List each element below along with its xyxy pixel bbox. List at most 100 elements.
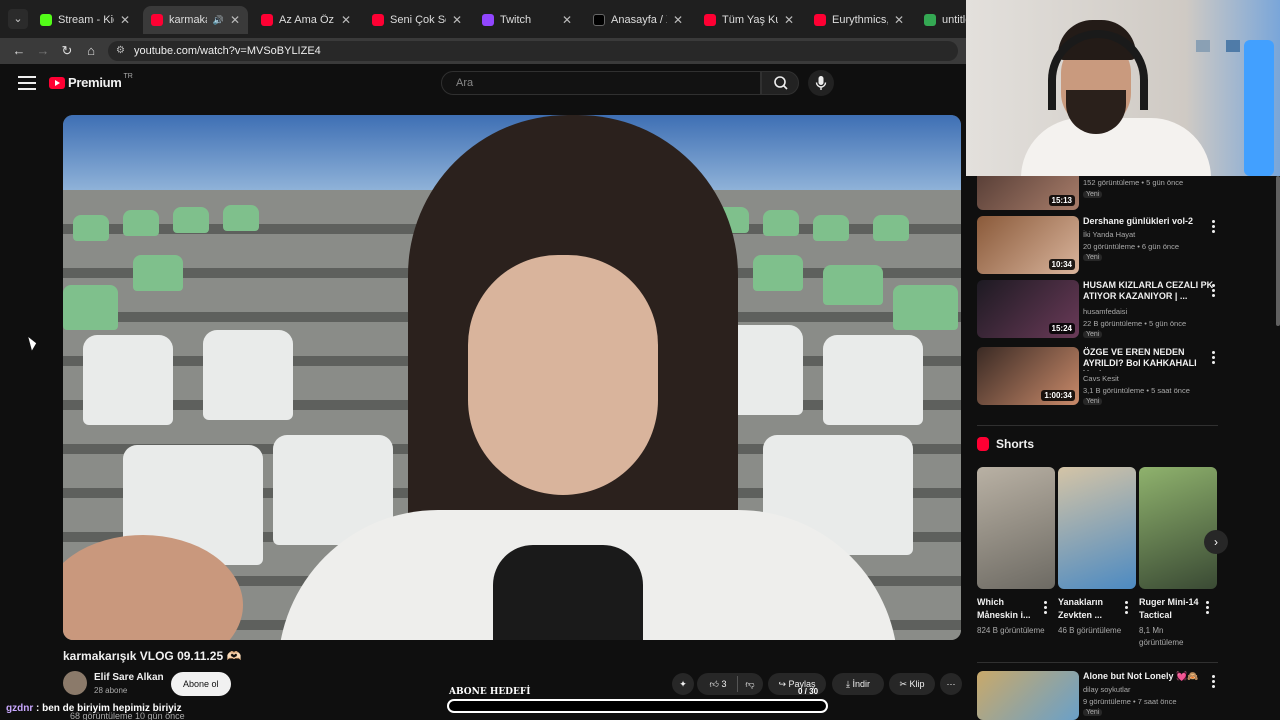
close-tab-icon[interactable]: ✕ (452, 13, 462, 27)
video-thumbnail[interactable] (977, 671, 1079, 720)
list-item[interactable]: 15:24 HUSAM KIZLARLA CEZALI PK ATIYOR KA… (977, 280, 1217, 340)
back-arrow-icon[interactable]: ← (10, 42, 28, 60)
site-info-icon[interactable]: ⚙ (116, 41, 125, 61)
more-vert-icon[interactable] (1043, 601, 1047, 616)
like-count: 3 (721, 679, 727, 689)
clip-label: Klip (909, 679, 925, 689)
browser-tab-active[interactable]: karmakarışık V🔊✕ (143, 6, 248, 34)
sparkle-button[interactable]: ✦ (672, 673, 694, 695)
duration-badge: 10:34 (1048, 259, 1075, 270)
mouse-cursor-icon (28, 335, 38, 351)
video-frame-seat (873, 215, 909, 241)
video-thumbnail[interactable]: 1:00:34 (977, 347, 1079, 405)
close-tab-icon[interactable]: ✕ (120, 13, 130, 27)
close-tab-icon[interactable]: ✕ (894, 13, 904, 27)
clip-button[interactable]: ✂ Klip (889, 673, 935, 695)
home-icon[interactable]: ⌂ (82, 42, 100, 60)
browser-tab[interactable]: Tüm Yaş Kuşakları✕ (696, 6, 802, 34)
channel-name[interactable]: İki Yanda Hayat (1083, 230, 1135, 239)
list-item[interactable]: Alone but Not Lonely 💓🙈 dilay soykutlar … (977, 671, 1217, 720)
list-item[interactable]: 15:13 152 görüntüleme • 5 gün önce Yeni (977, 176, 1217, 210)
video-title[interactable]: Dershane günlükleri vol-2 (1083, 216, 1215, 227)
video-frame-seat (223, 205, 259, 231)
close-tab-icon[interactable]: ✕ (562, 13, 572, 27)
short-title[interactable]: Which Måneskin i... (977, 596, 1041, 622)
reload-icon[interactable]: ↻ (58, 42, 76, 60)
video-frame-seat (63, 285, 118, 330)
short-title[interactable]: Ruger Mini-14 Tactical (1139, 596, 1203, 622)
video-frame-person-shirt (493, 545, 643, 640)
chat-overlay-message: gzdnr : ben de biriyim hepimiz biriyiz (6, 703, 182, 714)
new-badge: Yeni (1083, 331, 1103, 338)
subscriber-goal-count: 0 / 30 (798, 687, 819, 696)
microphone-icon (815, 76, 827, 90)
video-stats: 20 görüntüleme • 6 gün önce (1083, 242, 1180, 251)
video-frame-seat (763, 210, 799, 236)
list-item[interactable]: 1:00:34 ÖZGE VE EREN NEDEN AYRILDI? Bol … (977, 347, 1217, 407)
shorts-heading: Shorts (996, 437, 1035, 451)
tab-list-chevron-icon[interactable]: ⌄ (8, 9, 28, 29)
download-button[interactable]: ⤓ İndir (832, 673, 884, 695)
short-thumbnail[interactable] (1139, 467, 1217, 589)
shorts-next-button[interactable]: › (1204, 530, 1228, 554)
more-vert-icon[interactable] (1124, 601, 1128, 616)
webcam-overlay (966, 0, 1280, 176)
browser-tab[interactable]: Az Ama Öz - YouT✕ (253, 6, 359, 34)
more-vert-icon[interactable] (1211, 284, 1215, 299)
voice-search-button[interactable] (808, 70, 834, 96)
close-tab-icon[interactable]: ✕ (673, 13, 683, 27)
speaker-icon[interactable]: 🔊 (213, 15, 224, 26)
more-vert-icon[interactable] (1205, 601, 1209, 616)
youtube-favicon-icon (372, 14, 384, 26)
hamburger-menu-icon[interactable] (18, 76, 36, 90)
close-tab-icon[interactable]: ✕ (784, 13, 794, 27)
video-frame-seat (133, 255, 183, 291)
channel-name[interactable]: Elif Sare Alkan (94, 672, 164, 683)
download-label: İndir (852, 679, 870, 689)
video-stats: 9 görüntüleme • 7 saat önce (1083, 697, 1177, 706)
search-button[interactable] (761, 71, 799, 95)
more-actions-button[interactable]: ⋯ (940, 673, 962, 695)
like-dislike-group: 👍︎ 3 👎︎ (697, 673, 763, 695)
close-tab-icon[interactable]: ✕ (341, 13, 351, 27)
video-thumbnail[interactable]: 10:34 (977, 216, 1079, 274)
more-vert-icon[interactable] (1211, 351, 1215, 366)
subscribe-button[interactable]: Abone ol (171, 672, 231, 696)
like-divider (737, 676, 738, 692)
sidebar-scrollbar[interactable] (1276, 176, 1280, 326)
more-vert-icon[interactable] (1211, 220, 1215, 235)
region-code: TR (123, 73, 133, 80)
video-frame-person-face (468, 255, 658, 495)
video-title[interactable]: ÖZGE VE EREN NEDEN AYRILDI? Bol KAHKAHAL… (1083, 347, 1215, 371)
browser-tab[interactable]: Twitch ✕ (474, 6, 580, 34)
video-frame-seat (123, 210, 159, 236)
channel-name[interactable]: dilay soykutlar (1083, 685, 1131, 694)
forward-arrow-icon[interactable]: → (34, 42, 52, 60)
short-thumbnail[interactable] (977, 467, 1055, 589)
short-title[interactable]: Yanakların Zevkten ... (1058, 596, 1122, 622)
short-views: 824 B görüntüleme (977, 626, 1045, 635)
url-field[interactable]: ⚙ youtube.com/watch?v=MVSoBYLIZE4 (108, 41, 958, 61)
youtube-favicon-icon (151, 14, 163, 26)
close-tab-icon[interactable]: ✕ (230, 13, 240, 27)
video-thumbnail[interactable]: 15:13 (977, 176, 1079, 210)
search-input[interactable]: Ara (441, 71, 761, 95)
browser-tab[interactable]: Anasayfa / X✕ (585, 6, 691, 34)
youtube-premium-logo[interactable]: Premium TR (49, 73, 133, 90)
like-button[interactable]: 👍︎ 3 (701, 673, 735, 695)
channel-name[interactable]: husamfedaisi (1083, 307, 1127, 316)
video-title[interactable]: Alone but Not Lonely 💓🙈 (1083, 671, 1215, 682)
video-title[interactable]: HUSAM KIZLARLA CEZALI PK ATIYOR KAZANIYO… (1083, 280, 1215, 302)
channel-avatar[interactable] (63, 671, 87, 695)
video-player[interactable] (63, 115, 961, 640)
short-thumbnail[interactable] (1058, 467, 1136, 589)
browser-tab[interactable]: Seni Çok Seviyoru✕ (364, 6, 470, 34)
dislike-button[interactable]: 👎︎ (739, 673, 761, 695)
video-thumbnail[interactable]: 15:24 (977, 280, 1079, 338)
more-vert-icon[interactable] (1211, 675, 1215, 690)
video-stats: 3,1 B görüntüleme • 5 saat önce (1083, 386, 1190, 395)
browser-tab[interactable]: Stream - Kick Dash✕ (32, 6, 138, 34)
list-item[interactable]: 10:34 Dershane günlükleri vol-2 İki Yand… (977, 216, 1217, 276)
browser-tab[interactable]: Eurythmics, Annie✕ (806, 6, 912, 34)
channel-name[interactable]: Cavs Kesit (1083, 374, 1119, 383)
